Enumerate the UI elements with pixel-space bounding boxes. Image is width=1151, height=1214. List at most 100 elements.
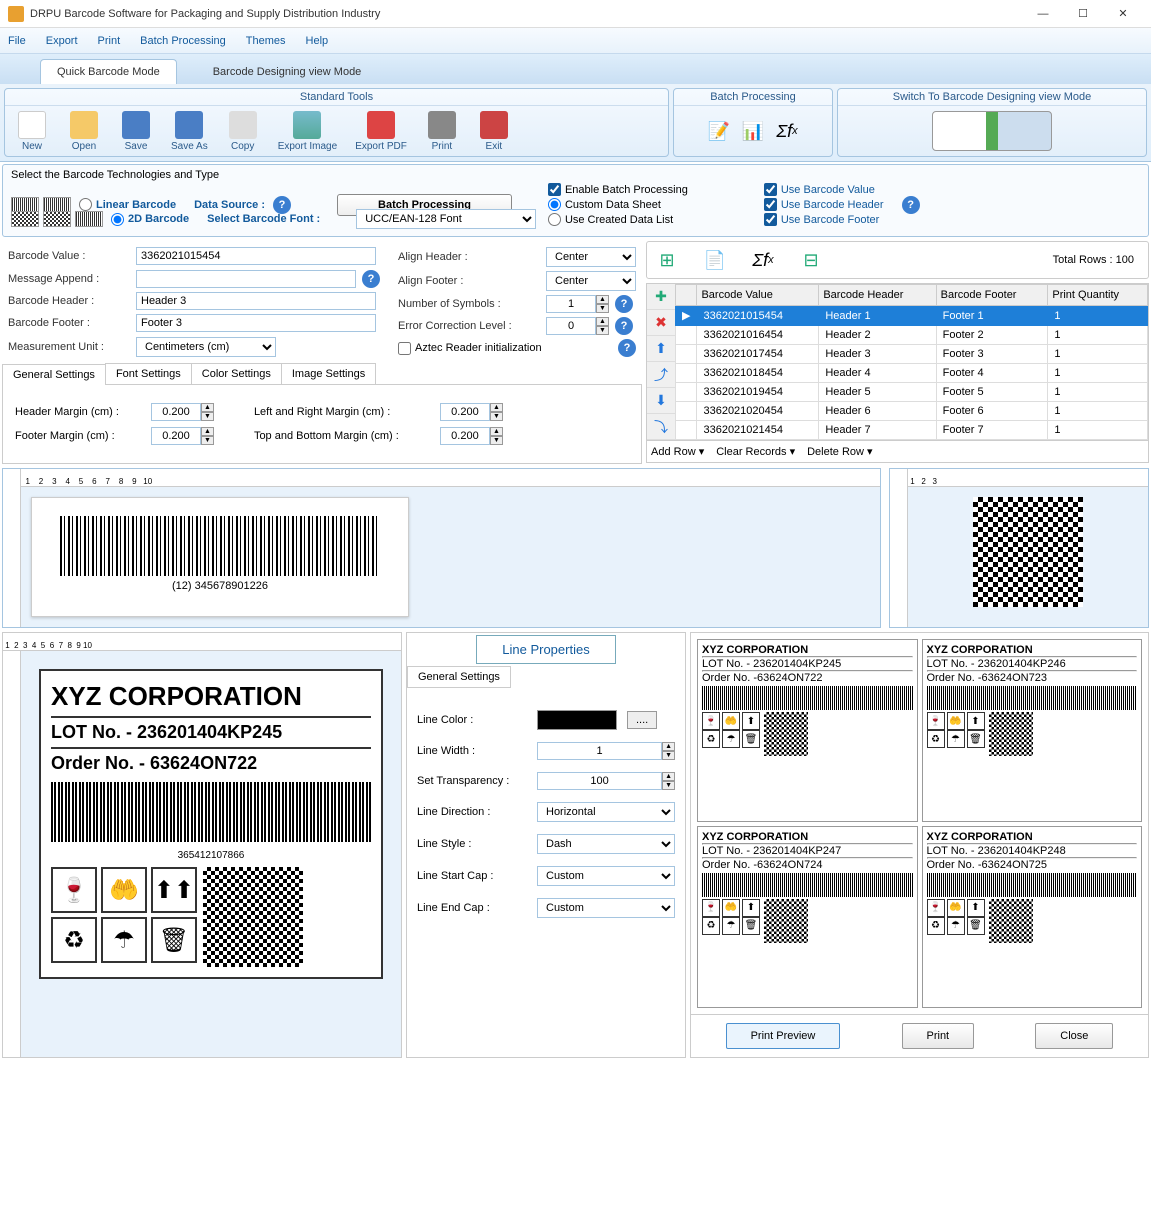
- help-icon[interactable]: ?: [362, 270, 380, 288]
- keep-dry-icon: ☂: [101, 917, 147, 963]
- tb-margin-input[interactable]: [440, 427, 490, 445]
- barcode-header-input[interactable]: [136, 292, 376, 310]
- open-button[interactable]: Open: [59, 109, 109, 154]
- label-thumbnail[interactable]: XYZ CORPORATIONLOT No. - 236201404KP245O…: [697, 639, 918, 822]
- minimize-button[interactable]: —: [1023, 2, 1063, 26]
- label-thumbnail[interactable]: XYZ CORPORATIONLOT No. - 236201404KP247O…: [697, 826, 918, 1009]
- tab-general-settings[interactable]: General Settings: [2, 364, 106, 385]
- properties-tab[interactable]: General Settings: [407, 666, 511, 688]
- grid-top-icon[interactable]: ⤴: [647, 362, 675, 388]
- radio-2d[interactable]: 2D Barcode: [111, 213, 189, 226]
- align-header-select[interactable]: Center: [546, 247, 636, 267]
- grid-down-icon[interactable]: ⬇: [647, 388, 675, 414]
- table-row[interactable]: 3362021019454Header 5Footer 51: [676, 383, 1148, 402]
- line-start-cap-select[interactable]: Custom: [537, 866, 675, 886]
- print-button-bottom[interactable]: Print: [902, 1023, 975, 1049]
- radio-linear[interactable]: Linear Barcode: [79, 198, 176, 211]
- error-correction-input[interactable]: [546, 317, 596, 335]
- help-icon[interactable]: ?: [615, 295, 633, 313]
- save-button[interactable]: Save: [111, 109, 161, 154]
- exit-button[interactable]: Exit: [469, 109, 519, 154]
- batch-tool-1[interactable]: 📝: [703, 117, 735, 145]
- tab-image-settings[interactable]: Image Settings: [281, 363, 376, 384]
- menu-themes[interactable]: Themes: [246, 35, 286, 47]
- header-margin-input[interactable]: [151, 403, 201, 421]
- tab-design-mode[interactable]: Barcode Designing view Mode: [197, 60, 378, 84]
- footer-margin-input[interactable]: [151, 427, 201, 445]
- excel-icon[interactable]: ⊞: [651, 246, 683, 274]
- use-footer-checkbox[interactable]: Use Barcode Footer: [764, 213, 884, 226]
- switch-mode-icon[interactable]: [932, 111, 1052, 151]
- table-row[interactable]: 3362021020454Header 6Footer 61: [676, 402, 1148, 421]
- align-footer-label: Align Footer :: [398, 275, 538, 287]
- export-image-button[interactable]: Export Image: [270, 109, 345, 154]
- aztec-checkbox[interactable]: Aztec Reader initialization?: [398, 339, 636, 357]
- clear-records-button[interactable]: Clear Records ▾: [716, 445, 795, 458]
- new-button[interactable]: New: [7, 109, 57, 154]
- barcode-value-input[interactable]: [136, 247, 376, 265]
- batch-tool-fx[interactable]: Σfx: [771, 117, 803, 145]
- tab-color-settings[interactable]: Color Settings: [191, 363, 282, 384]
- grid-delete-icon[interactable]: ✖: [647, 310, 675, 336]
- export-pdf-button[interactable]: Export PDF: [347, 109, 415, 154]
- help-icon[interactable]: ?: [273, 196, 291, 214]
- help-icon[interactable]: ?: [615, 317, 633, 335]
- copy-button[interactable]: Copy: [218, 109, 268, 154]
- save-as-button[interactable]: Save As: [163, 109, 216, 154]
- help-icon[interactable]: ?: [618, 339, 636, 357]
- menu-help[interactable]: Help: [306, 35, 329, 47]
- close-button-bottom[interactable]: Close: [1035, 1023, 1113, 1049]
- import-icon[interactable]: 📄: [699, 246, 731, 274]
- use-header-checkbox[interactable]: Use Barcode Header: [764, 198, 884, 211]
- grid-up-icon[interactable]: ⬆: [647, 336, 675, 362]
- align-footer-select[interactable]: Center: [546, 271, 636, 291]
- delete-row-button[interactable]: Delete Row ▾: [807, 445, 872, 458]
- color-picker-button[interactable]: ....: [627, 711, 657, 729]
- measurement-unit-select[interactable]: Centimeters (cm): [136, 337, 276, 357]
- table-row[interactable]: 3362021017454Header 3Footer 31: [676, 345, 1148, 364]
- menu-file[interactable]: File: [8, 35, 26, 47]
- table-row[interactable]: 3362021018454Header 4Footer 41: [676, 364, 1148, 383]
- help-icon[interactable]: ?: [902, 196, 920, 214]
- radio-custom-sheet[interactable]: Custom Data Sheet: [548, 198, 688, 211]
- line-style-select[interactable]: Dash: [537, 834, 675, 854]
- export-icon[interactable]: ⊟: [795, 246, 827, 274]
- tab-quick-mode[interactable]: Quick Barcode Mode: [40, 59, 177, 84]
- grid-bottom-icon[interactable]: ⤵: [647, 414, 675, 440]
- grid-add-icon[interactable]: ✚: [647, 284, 675, 310]
- data-source-label: Data Source :: [194, 199, 265, 211]
- use-value-checkbox[interactable]: Use Barcode Value: [764, 183, 884, 196]
- lr-margin-input[interactable]: [440, 403, 490, 421]
- barcode-font-select[interactable]: UCC/EAN-128 Font: [356, 209, 536, 229]
- close-button[interactable]: ✕: [1103, 2, 1143, 26]
- maximize-button[interactable]: ☐: [1063, 2, 1103, 26]
- barcode-footer-input[interactable]: [136, 314, 376, 332]
- tab-font-settings[interactable]: Font Settings: [105, 363, 192, 384]
- label-thumbnail[interactable]: XYZ CORPORATIONLOT No. - 236201404KP246O…: [922, 639, 1143, 822]
- message-append-input[interactable]: [136, 270, 356, 288]
- label-thumbnail[interactable]: XYZ CORPORATIONLOT No. - 236201404KP248O…: [922, 826, 1143, 1009]
- menu-export[interactable]: Export: [46, 35, 78, 47]
- label-design[interactable]: XYZ CORPORATION LOT No. - 236201404KP245…: [39, 669, 383, 979]
- num-symbols-input[interactable]: [546, 295, 596, 313]
- line-direction-select[interactable]: Horizontal: [537, 802, 675, 822]
- radio-created-list[interactable]: Use Created Data List: [548, 213, 688, 226]
- table-row[interactable]: 3362021016454Header 2Footer 21: [676, 326, 1148, 345]
- table-row[interactable]: ▶3362021015454Header 1Footer 11: [676, 306, 1148, 326]
- print-preview-panel: XYZ CORPORATIONLOT No. - 236201404KP245O…: [690, 632, 1149, 1058]
- barcode-icon: [75, 211, 103, 227]
- table-row[interactable]: 3362021021454Header 7Footer 71: [676, 421, 1148, 440]
- line-width-input[interactable]: [537, 742, 662, 760]
- fx-icon[interactable]: Σfx: [747, 246, 779, 274]
- qr-image: [973, 497, 1083, 607]
- menu-batch[interactable]: Batch Processing: [140, 35, 226, 47]
- transparency-input[interactable]: [537, 772, 662, 790]
- line-end-cap-select[interactable]: Custom: [537, 898, 675, 918]
- print-preview-button[interactable]: Print Preview: [726, 1023, 841, 1049]
- enable-batch-checkbox[interactable]: Enable Batch Processing: [548, 183, 688, 196]
- print-button[interactable]: Print: [417, 109, 467, 154]
- menu-print[interactable]: Print: [98, 35, 121, 47]
- batch-tool-2[interactable]: 📊: [737, 117, 769, 145]
- line-color-swatch[interactable]: [537, 710, 617, 730]
- add-row-button[interactable]: Add Row ▾: [651, 445, 704, 458]
